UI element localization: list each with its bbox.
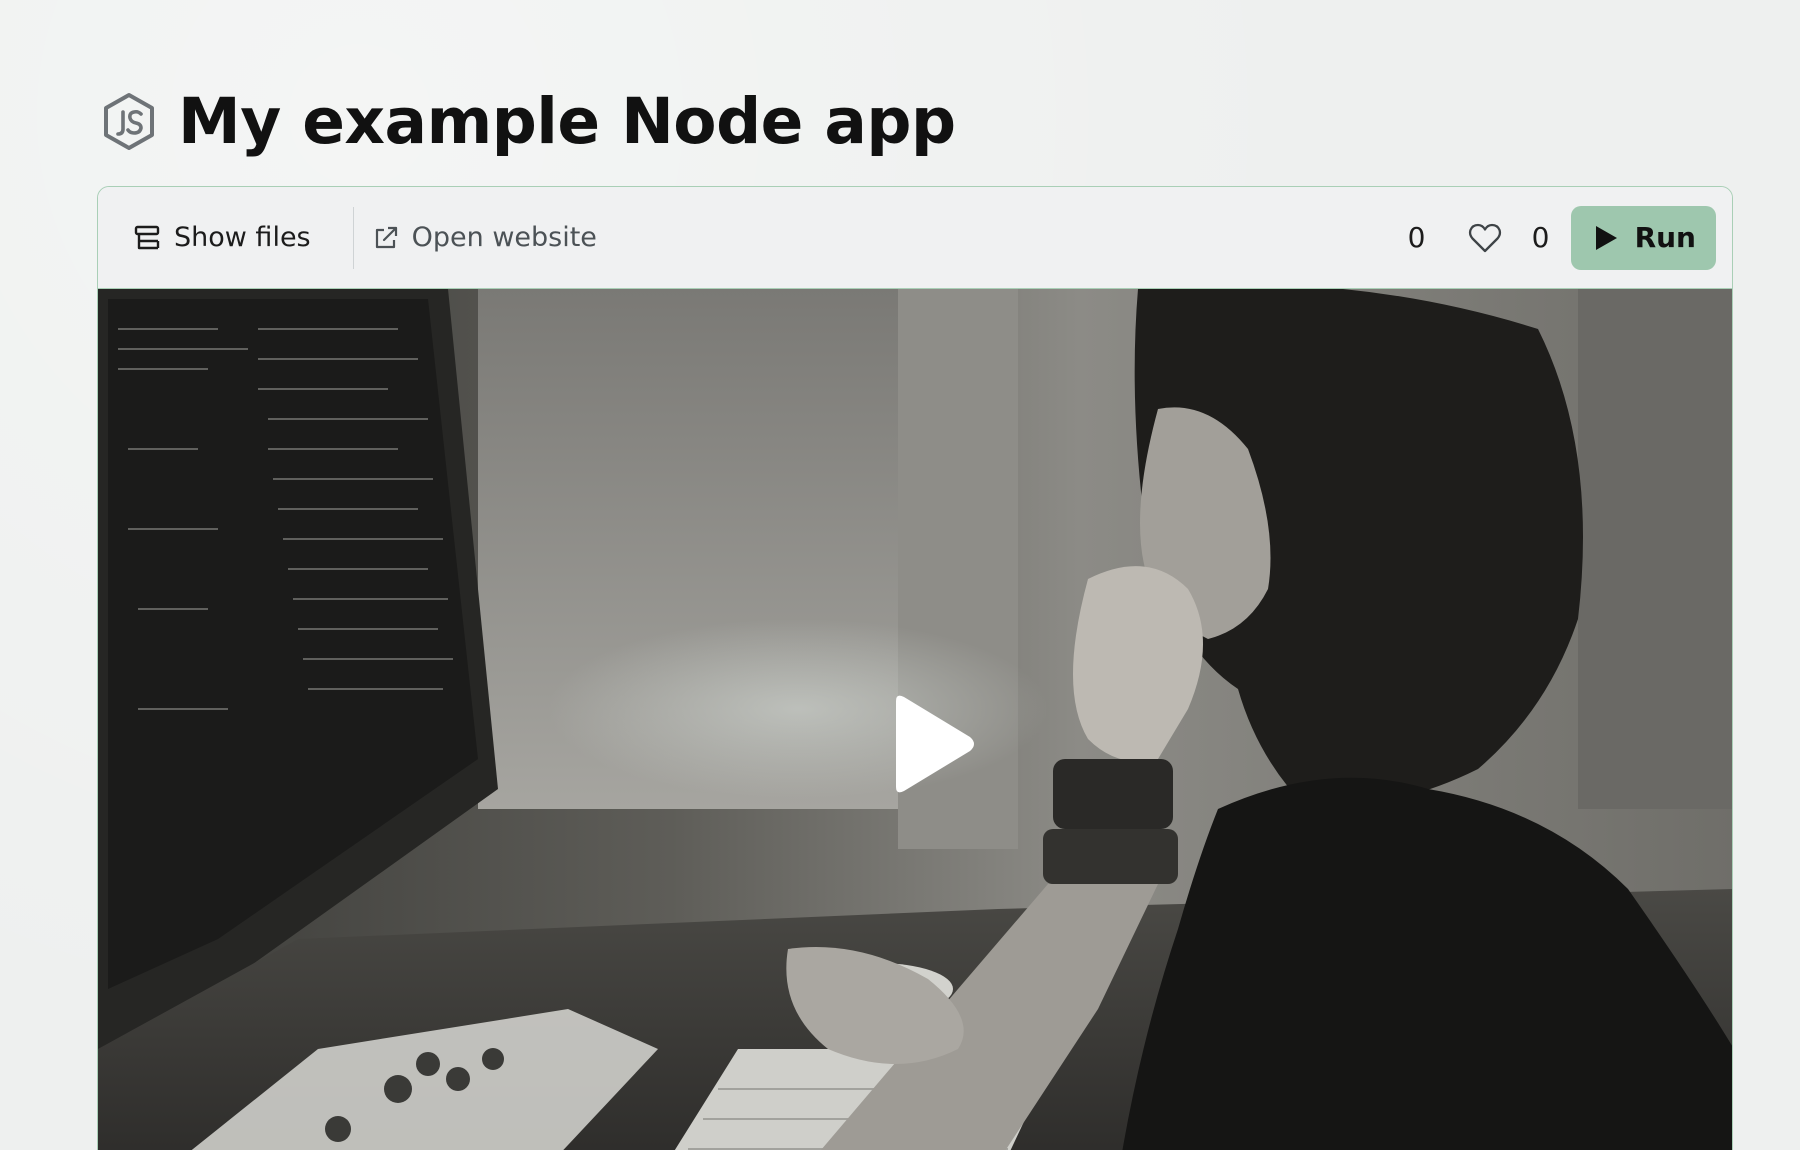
open-website-button[interactable]: Open website bbox=[354, 187, 621, 288]
project-header: My example Node app bbox=[98, 86, 956, 158]
show-files-label: Show files bbox=[174, 222, 311, 253]
like-button[interactable] bbox=[1467, 220, 1503, 256]
project-toolbar: Show files Open website 0 0 Run bbox=[98, 187, 1732, 289]
views-count: 0 bbox=[1407, 221, 1426, 254]
likes-count: 0 bbox=[1531, 221, 1550, 254]
video-preview[interactable] bbox=[98, 289, 1732, 1150]
page: My example Node app Show files Open webs… bbox=[0, 0, 1800, 1150]
run-button[interactable]: Run bbox=[1570, 205, 1716, 270]
play-icon bbox=[1595, 225, 1617, 250]
external-link-icon bbox=[372, 224, 400, 252]
toolbar-right: 0 0 Run bbox=[1407, 187, 1732, 288]
nodejs-icon bbox=[98, 91, 160, 153]
play-icon bbox=[896, 695, 974, 793]
run-label: Run bbox=[1634, 221, 1696, 254]
open-website-label: Open website bbox=[411, 222, 597, 253]
toolbar-left: Show files Open website bbox=[98, 187, 621, 288]
page-title: My example Node app bbox=[178, 85, 956, 158]
project-card: Show files Open website 0 0 Run bbox=[97, 186, 1733, 1150]
show-files-button[interactable]: Show files bbox=[98, 187, 353, 288]
files-icon bbox=[132, 223, 162, 253]
heart-icon bbox=[1468, 223, 1501, 252]
